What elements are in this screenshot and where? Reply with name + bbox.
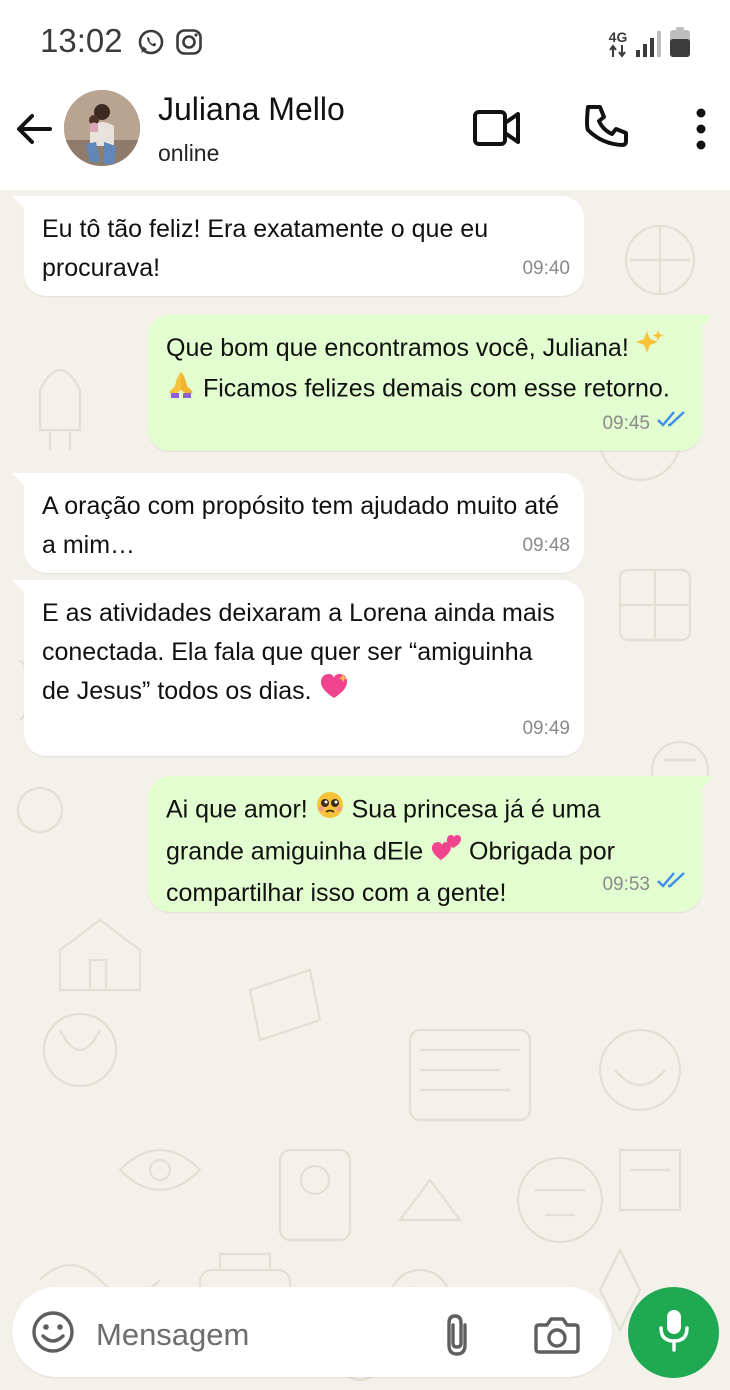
back-arrow-icon[interactable] (12, 107, 56, 151)
video-call-icon[interactable] (472, 103, 522, 158)
message-bubble-outgoing[interactable]: Ai que amor! Sua princesa já é uma grand… (148, 776, 714, 912)
praying-hands-emoji (166, 369, 196, 411)
sparkles-emoji (635, 329, 664, 369)
message-composer[interactable]: Mensagem (12, 1287, 612, 1377)
chat-header: Juliana Mello online (0, 85, 730, 190)
message-time: 09:49 (522, 718, 570, 739)
camera-icon[interactable] (534, 1313, 580, 1360)
signal-icon (634, 30, 662, 63)
message-time: 09:40 (522, 258, 570, 279)
microphone-button[interactable] (628, 1287, 719, 1378)
message-text: A oração com propósito tem ajudado muito… (42, 492, 566, 559)
read-ticks-icon (656, 404, 688, 443)
message-text: Que bom que encontramos você, Juliana! F… (166, 329, 684, 411)
microphone-icon (656, 1308, 692, 1357)
emoji-icon[interactable] (30, 1309, 76, 1360)
status-time: 13:02 (40, 22, 123, 59)
more-options-icon[interactable] (690, 107, 712, 156)
network-arrows-icon (608, 44, 628, 63)
phone-call-icon[interactable] (582, 103, 630, 156)
message-time: 09:48 (522, 535, 570, 556)
attach-icon[interactable] (438, 1311, 478, 1364)
message-time: 09:45 (602, 413, 650, 434)
message-bubble-incoming[interactable]: E as atividades deixaram a Lorena ainda … (12, 580, 584, 756)
whatsapp-icon (137, 28, 165, 61)
message-bubble-outgoing[interactable]: Que bom que encontramos você, Juliana! F… (148, 315, 714, 451)
message-bubble-incoming[interactable]: A oração com propósito tem ajudado muito… (12, 473, 584, 573)
sparkling-heart-emoji (319, 672, 349, 712)
message-text: Eu tô tão feliz! Era exatamente o que eu… (42, 215, 496, 282)
message-time: 09:53 (602, 874, 650, 895)
instagram-icon (175, 28, 203, 61)
network-type: 4G (608, 29, 628, 45)
pleading-face-emoji (315, 790, 345, 832)
avatar[interactable] (64, 90, 140, 166)
battery-icon (668, 26, 692, 63)
message-bubble-incoming[interactable]: Eu tô tão feliz! Era exatamente o que eu… (12, 196, 584, 296)
status-bar: 13:02 4G (0, 0, 730, 85)
chat-area[interactable]: Eu tô tão feliz! Era exatamente o que eu… (0, 190, 730, 1390)
contact-status: online (158, 140, 220, 166)
contact-name[interactable]: Juliana Mello (158, 91, 345, 128)
message-text: E as atividades deixaram a Lorena ainda … (42, 594, 566, 712)
two-hearts-emoji (430, 832, 462, 874)
read-ticks-icon (656, 865, 688, 904)
message-input[interactable]: Mensagem (96, 1317, 249, 1353)
